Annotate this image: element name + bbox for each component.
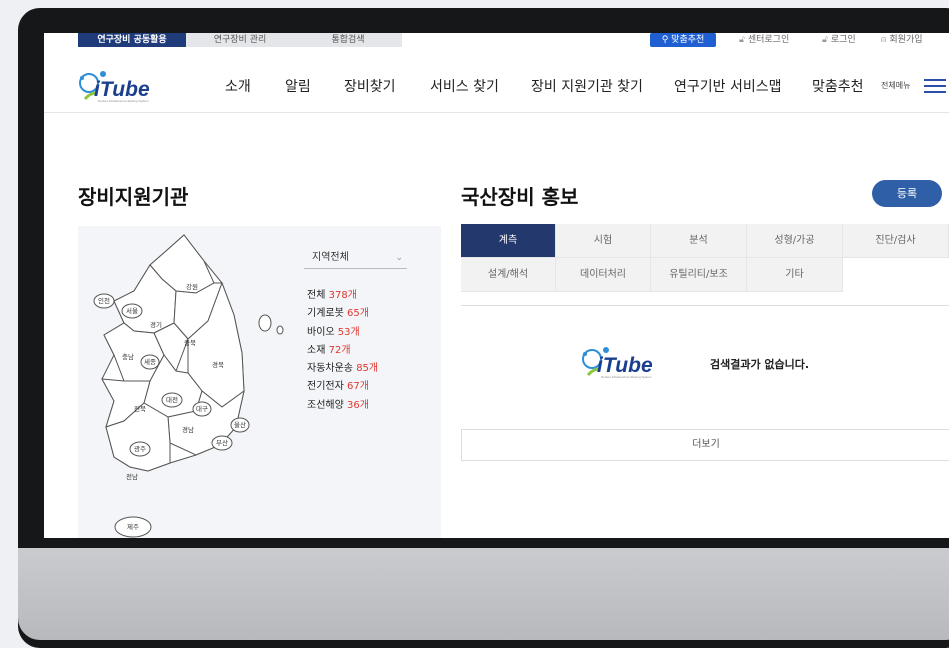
category-item-shipbuilding[interactable]: 조선해양 36개 <box>307 397 378 415</box>
region-gyeongnam: 경남 <box>182 425 194 434</box>
tab-analysis[interactable]: 분석 <box>651 224 747 258</box>
tab-measurement[interactable]: 계측 <box>461 224 556 258</box>
region-gwangju: 광주 <box>134 445 146 453</box>
domestic-equipment-title: 국산장비 홍보 <box>461 185 579 209</box>
category-item-machine-robot[interactable]: 기계로봇 65개 <box>307 305 378 323</box>
nav-find-support-org[interactable]: 장비 지원기관 찾기 <box>531 76 643 96</box>
region-daejeon: 대전 <box>166 395 178 404</box>
region-chungbuk: 충북 <box>184 338 196 347</box>
region-gangwon: 강원 <box>186 282 198 291</box>
chevron-down-icon: ⌄ <box>395 253 403 263</box>
category-item-material[interactable]: 소재 72개 <box>307 342 378 360</box>
result-logo-text: iTube <box>597 354 653 377</box>
monitor-chin <box>18 548 949 640</box>
nav-find-equipment[interactable]: 장비찾기 <box>344 76 396 96</box>
nav-recommend[interactable]: 맞춤추천 <box>812 76 864 96</box>
region-daegu: 대구 <box>196 405 208 413</box>
korea-map[interactable]: 강원 인천 서울 경기 충북 충남 세종 경북 대전 전북 대구 울산 경남 광… <box>84 231 284 538</box>
region-chungnam: 충남 <box>122 352 134 361</box>
region-jeju: 제주 <box>127 523 139 531</box>
register-button[interactable]: 등록 <box>872 180 942 207</box>
support-org-title: 장비지원기관 <box>78 185 189 209</box>
lock-icon: 🔓︎ <box>822 35 828 45</box>
center-login-label: 센터로그인 <box>747 35 790 45</box>
itube-logo-result: iTube Nurture Infrastructure Sharing Sys… <box>582 347 653 379</box>
logo-tagline: Nurture Infrastructure Sharing System <box>98 99 149 103</box>
tab-other[interactable]: 기타 <box>747 258 843 292</box>
lock-icon: 🔓︎ <box>739 35 745 45</box>
login-label: 로그인 <box>830 35 856 45</box>
more-button[interactable]: 더보기 <box>461 429 949 461</box>
region-select-value: 지역전체 <box>312 252 349 263</box>
signup-link[interactable]: ⍝ 회원가입 <box>881 33 923 47</box>
tab-design[interactable]: 설계/해석 <box>461 258 556 292</box>
no-result-message: 검색결과가 없습니다. <box>710 358 810 371</box>
browser-viewport: 연구장비 공동활용 연구장비 관리 통합검색 ⚲ 맞춤추천 🔓︎ 센터로그인 🔓… <box>44 33 949 538</box>
region-ulsan: 울산 <box>234 420 246 429</box>
location-pin-icon: ⚲ <box>661 35 669 45</box>
nav-intro[interactable]: 소개 <box>225 76 251 96</box>
region-sejong: 세종 <box>144 357 156 366</box>
tab-data-processing[interactable]: 데이터처리 <box>556 258 651 292</box>
itube-logo[interactable]: iTube Nurture Infrastructure Sharing Sys… <box>76 69 186 103</box>
category-list: 전체 378개 기계로봇 65개 바이오 53개 소재 72개 자동차운송 85… <box>307 287 378 415</box>
region-jeonbuk: 전북 <box>134 404 146 413</box>
user-icon: ⍝ <box>881 35 887 45</box>
region-select[interactable]: 지역전체 ⌄ <box>304 247 407 269</box>
tab-equipment-management[interactable]: 연구장비 관리 <box>186 33 294 47</box>
region-gyeonggi: 경기 <box>150 320 162 329</box>
nav-research-service-map[interactable]: 연구기반 서비스맵 <box>674 76 782 96</box>
region-seoul: 서울 <box>126 306 138 315</box>
tab-forming[interactable]: 성형/가공 <box>747 224 843 258</box>
recommend-label: 맞춤추천 <box>671 35 705 45</box>
region-incheon: 인천 <box>98 296 110 305</box>
tab-utility[interactable]: 유틸리티/보조 <box>651 258 747 292</box>
category-item-bio[interactable]: 바이오 53개 <box>307 324 378 342</box>
category-item-all[interactable]: 전체 378개 <box>307 287 378 305</box>
region-jeonnam: 전남 <box>126 472 138 481</box>
signup-label: 회원가입 <box>889 35 923 45</box>
region-busan: 부산 <box>216 438 228 447</box>
all-menu-label[interactable]: 전체메뉴 <box>881 80 910 91</box>
center-login-link[interactable]: 🔓︎ 센터로그인 <box>739 33 789 47</box>
result-logo-tagline: Nurture Infrastructure Sharing System <box>601 375 652 379</box>
login-link[interactable]: 🔓︎ 로그인 <box>822 33 856 47</box>
hamburger-menu-icon[interactable] <box>924 79 946 97</box>
nav-find-service[interactable]: 서비스 찾기 <box>430 76 499 96</box>
category-item-auto-transport[interactable]: 자동차운송 85개 <box>307 360 378 378</box>
tab-test[interactable]: 시험 <box>556 224 651 258</box>
top-utility-bar: 연구장비 공동활용 연구장비 관리 통합검색 ⚲ 맞춤추천 🔓︎ 센터로그인 🔓… <box>44 33 949 47</box>
nav-notice[interactable]: 알림 <box>285 76 311 96</box>
recommend-button[interactable]: ⚲ 맞춤추천 <box>650 33 716 47</box>
tab-divider <box>461 305 949 306</box>
region-gyeongbuk: 경북 <box>212 360 224 369</box>
category-item-electronics[interactable]: 전기전자 67개 <box>307 378 378 396</box>
tab-integrated-search[interactable]: 통합검색 <box>294 33 402 47</box>
tab-equipment-sharing[interactable]: 연구장비 공동활용 <box>78 33 186 47</box>
tab-diagnosis[interactable]: 진단/검사 <box>843 224 949 258</box>
logo-text: iTube <box>94 78 150 101</box>
